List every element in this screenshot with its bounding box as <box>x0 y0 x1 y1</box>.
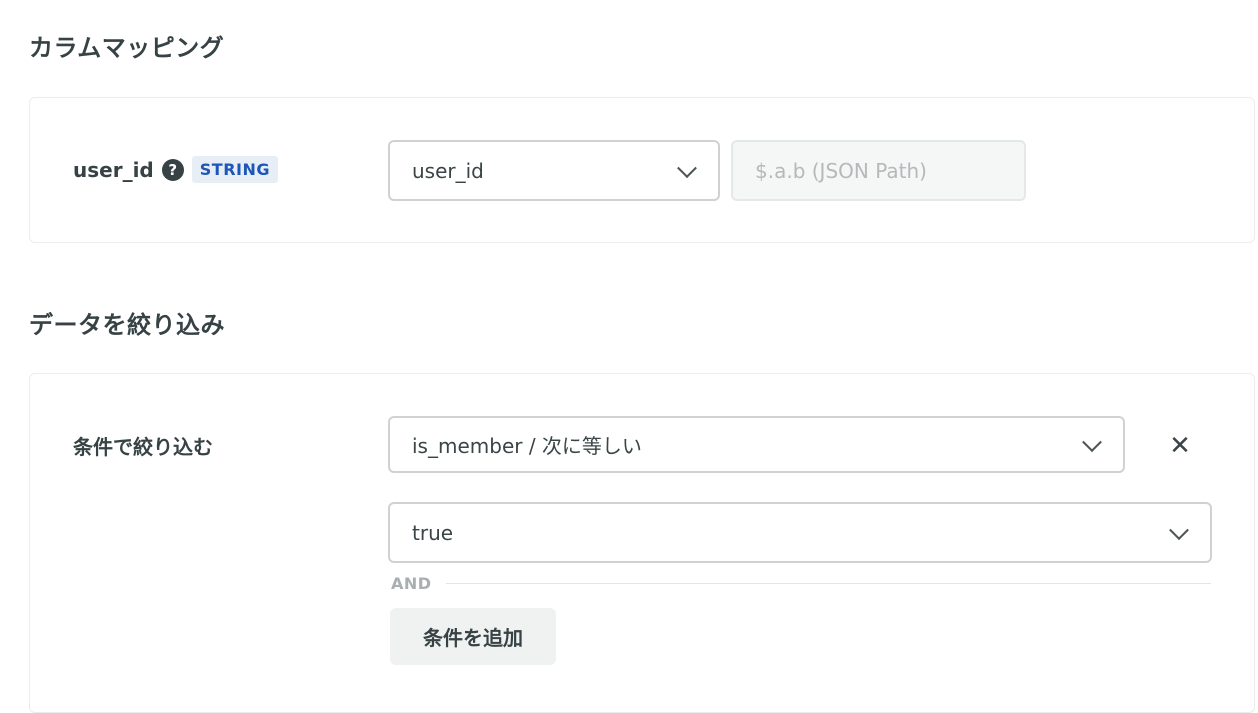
value-select-value: true <box>412 520 454 545</box>
chevron-down-icon <box>677 157 697 178</box>
condition-select-value: is_member / 次に等しい <box>412 434 642 458</box>
json-path-input[interactable] <box>731 140 1026 201</box>
column-mapping-card: user_id ? STRING user_id <box>29 97 1255 243</box>
divider-line <box>445 583 1211 584</box>
column-select-value: user_id <box>412 158 484 183</box>
type-badge: STRING <box>191 156 278 183</box>
and-label: AND <box>391 574 432 593</box>
column-select[interactable]: user_id <box>388 140 720 201</box>
value-select[interactable]: true <box>388 502 1212 563</box>
close-icon[interactable]: ✕ <box>1166 431 1194 461</box>
add-condition-button[interactable]: 条件を追加 <box>390 608 556 665</box>
chevron-down-icon <box>1082 431 1102 452</box>
field-name: user_id <box>73 157 154 182</box>
condition-select[interactable]: is_member / 次に等しい <box>388 416 1125 473</box>
help-icon[interactable]: ? <box>161 158 184 181</box>
filter-label: 条件で絞り込む <box>73 435 213 459</box>
field-label: user_id ? STRING <box>73 156 278 183</box>
section-title-filter: データを絞り込み <box>29 311 225 339</box>
and-divider: AND <box>391 574 1211 593</box>
chevron-down-icon <box>1169 519 1189 540</box>
filter-card: 条件で絞り込む is_member / 次に等しい ✕ true AND 条件を… <box>29 373 1255 713</box>
section-title-column-mapping: カラムマッピング <box>29 34 225 62</box>
